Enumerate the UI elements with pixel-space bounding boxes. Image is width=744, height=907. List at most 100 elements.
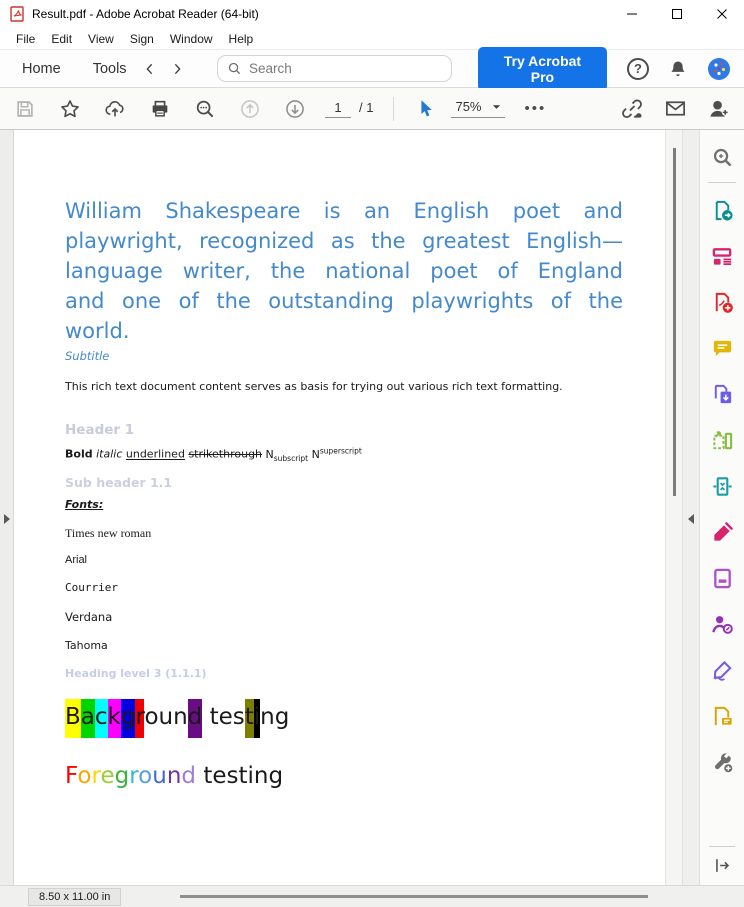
send-for-comments-icon[interactable]: [707, 701, 737, 731]
search-box[interactable]: [217, 55, 452, 82]
foreground-testing-text: Foreground testing: [65, 763, 284, 789]
title-line: William Shakespeare is an English poet a…: [65, 199, 623, 223]
strikethrough-sample: strikethrough: [188, 447, 263, 461]
font-sample-courrier: Courrier: [65, 581, 118, 594]
toolbar-right-group: ?: [627, 57, 744, 81]
collapse-tools-pane-icon[interactable]: [687, 512, 695, 530]
header-1: Header 1: [65, 422, 135, 438]
find-icon[interactable]: [707, 142, 737, 172]
font-sample-times-new-roman: Times new roman: [65, 526, 152, 540]
try-acrobat-pro-button[interactable]: Try Acrobat Pro: [477, 46, 608, 91]
subscript-sample: Nsubscript: [265, 447, 309, 463]
menu-sign[interactable]: Sign: [122, 32, 162, 46]
close-button[interactable]: [699, 0, 744, 28]
minimize-button[interactable]: [609, 0, 654, 28]
share-link-icon[interactable]: [620, 97, 644, 121]
user-avatar[interactable]: [707, 57, 731, 81]
horizontal-scrollbar-thumb[interactable]: [180, 895, 648, 898]
certificates-sign-icon[interactable]: [707, 655, 737, 685]
save-icon[interactable]: [12, 96, 38, 122]
tab-home[interactable]: Home: [12, 61, 71, 77]
title-line: and one of the outstanding playwrights o…: [65, 289, 623, 313]
title-bar: Result.pdf - Adobe Acrobat Reader (64-bi…: [0, 0, 744, 28]
selection-cursor-icon[interactable]: [413, 96, 439, 122]
vertical-scrollbar-thumb[interactable]: [673, 148, 676, 496]
maximize-button[interactable]: [654, 0, 699, 28]
acrobat-window: Result.pdf - Adobe Acrobat Reader (64-bi…: [0, 0, 744, 907]
toolbar-separator: [393, 96, 395, 121]
protect-pdf-icon[interactable]: [707, 563, 737, 593]
search-input[interactable]: [249, 61, 442, 76]
title-line: playwright, recognized as the greatest E…: [65, 229, 623, 253]
format-samples-line: Bold italic underlined strikethrough Nsu…: [65, 446, 623, 463]
tools-pane-strip[interactable]: [682, 130, 699, 885]
menu-window[interactable]: Window: [162, 32, 221, 46]
heading-level-3: Heading level 3 (1.1.1): [65, 667, 207, 680]
document-title: William Shakespeare is an English poet a…: [65, 196, 623, 346]
organize-pages-icon[interactable]: [707, 425, 737, 455]
open-tools-pane-icon[interactable]: [713, 856, 732, 880]
page-number-input[interactable]: 1: [325, 100, 351, 118]
compress-pdf-icon[interactable]: [707, 471, 737, 501]
cloud-upload-icon[interactable]: [102, 96, 128, 122]
more-tools-icon[interactable]: [707, 747, 737, 777]
marquee-zoom-icon[interactable]: [192, 96, 218, 122]
zoom-value: 75%: [455, 99, 482, 114]
notifications-bell-icon[interactable]: [668, 59, 688, 79]
sub-header-1-1: Sub header 1.1: [65, 475, 173, 490]
menu-bar: File Edit View Sign Window Help: [0, 28, 744, 50]
main-toolbar: Home Tools Try Acrobat Pro ?: [0, 46, 744, 91]
document-subtitle: Subtitle: [65, 349, 110, 363]
fill-sign-marker-icon[interactable]: [707, 517, 737, 547]
next-page-icon[interactable]: [282, 96, 308, 122]
forward-chevron-icon[interactable]: [166, 57, 189, 81]
chevron-down-icon: [492, 104, 501, 110]
search-icon: [227, 61, 242, 76]
print-icon[interactable]: [147, 96, 173, 122]
page-size-label: 8.50 x 11.00 in: [28, 887, 122, 906]
document-toolbar: 1 / 1 75% •••: [0, 88, 744, 130]
tools-divider: [709, 846, 735, 847]
email-icon[interactable]: [664, 97, 687, 120]
acrobat-file-icon: [9, 6, 25, 22]
menu-edit[interactable]: Edit: [43, 32, 80, 46]
vertical-scrollbar[interactable]: [665, 130, 682, 885]
background-testing-text: Background testing: [65, 699, 623, 738]
document-body-text: This rich text document content serves a…: [65, 380, 563, 393]
expand-nav-pane-icon[interactable]: [3, 512, 11, 530]
underlined-sample: underlined: [125, 447, 185, 461]
fonts-label: Fonts:: [65, 498, 104, 511]
title-line: world.: [65, 319, 130, 343]
star-favorite-icon[interactable]: [57, 96, 83, 122]
request-signatures-icon[interactable]: [707, 609, 737, 639]
zoom-level-control[interactable]: 75%: [451, 99, 505, 118]
menu-view[interactable]: View: [80, 32, 122, 46]
superscript-sample: Nsuperscript: [311, 446, 362, 461]
previous-page-icon[interactable]: [237, 96, 263, 122]
combine-files-icon[interactable]: [707, 379, 737, 409]
comment-icon[interactable]: [707, 333, 737, 363]
font-sample-tahoma: Tahoma: [65, 639, 108, 652]
status-bar: 8.50 x 11.00 in: [0, 885, 744, 907]
export-pdf-icon[interactable]: [707, 195, 737, 225]
page-navigation: 1 / 1: [325, 100, 373, 118]
back-chevron-icon[interactable]: [139, 57, 162, 81]
doc-toolbar-right-group: [620, 97, 744, 121]
window-title: Result.pdf - Adobe Acrobat Reader (64-bi…: [32, 7, 259, 21]
more-options-icon[interactable]: •••: [525, 100, 547, 117]
help-icon[interactable]: ?: [627, 57, 650, 80]
tab-tools[interactable]: Tools: [83, 61, 137, 77]
title-line: language writer, the national poet of En…: [65, 259, 623, 283]
menu-help[interactable]: Help: [221, 32, 262, 46]
menu-file[interactable]: File: [8, 32, 43, 46]
create-pdf-icon[interactable]: [707, 287, 737, 317]
tools-divider: [708, 182, 736, 183]
edit-pdf-icon[interactable]: [707, 241, 737, 271]
italic-sample: italic: [96, 447, 123, 461]
navigation-pane-strip[interactable]: [0, 130, 14, 885]
sign-in-person-icon[interactable]: [707, 97, 730, 120]
pdf-page: William Shakespeare is an English poet a…: [14, 130, 665, 885]
tools-panel: [699, 130, 744, 885]
bold-sample: Bold: [65, 447, 93, 461]
main-area: William Shakespeare is an English poet a…: [0, 130, 744, 885]
